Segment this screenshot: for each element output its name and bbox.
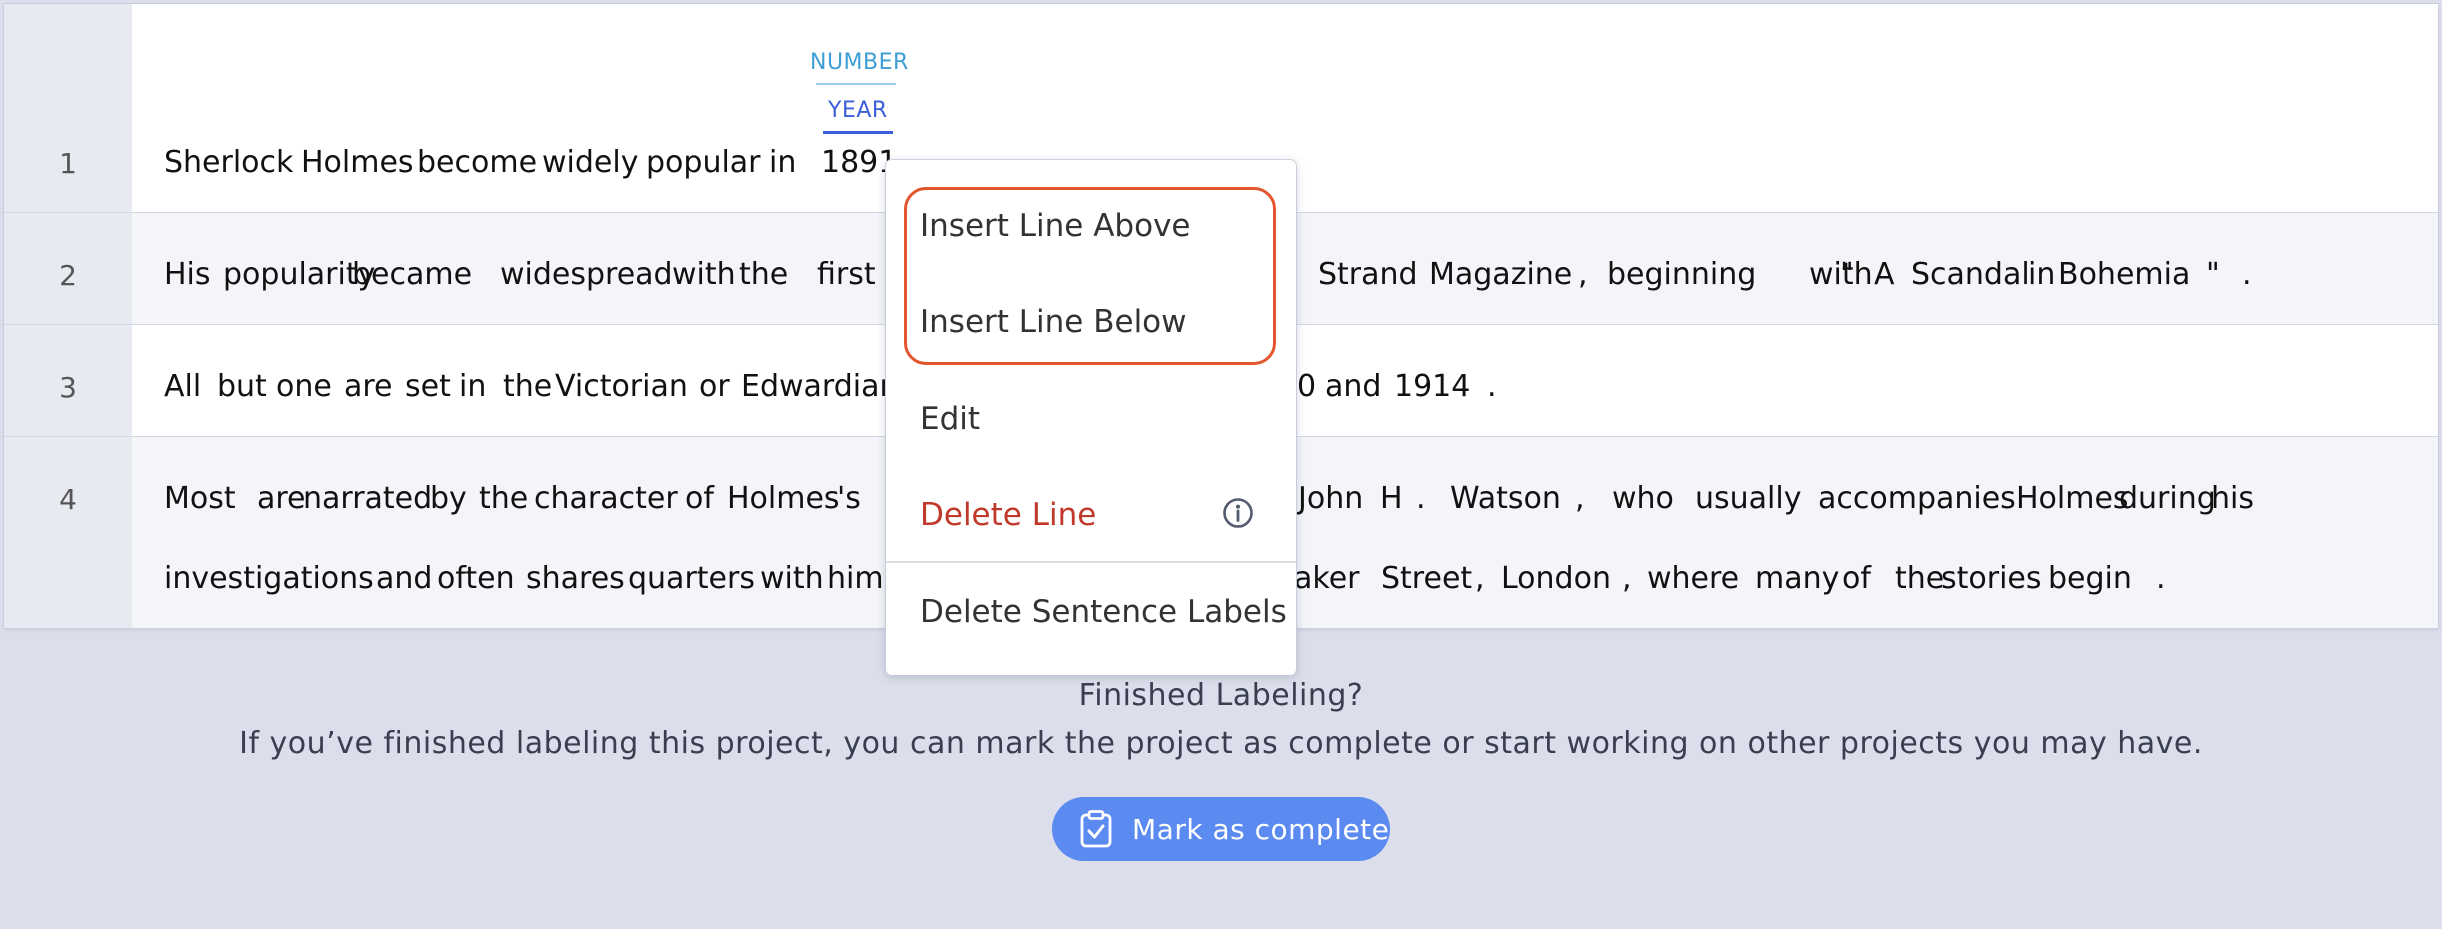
tag-line-year — [823, 131, 893, 134]
footer-title: Finished Labeling? — [1078, 678, 1364, 713]
token[interactable]: widespread — [500, 260, 673, 290]
tag-line-number — [816, 83, 896, 85]
token[interactable]: , — [1578, 260, 1588, 290]
token[interactable]: the — [739, 260, 788, 290]
mark-complete-label: Mark as complete — [1132, 813, 1390, 846]
token[interactable]: and — [376, 564, 432, 594]
token[interactable]: London — [1501, 564, 1611, 594]
token[interactable]: during — [2119, 484, 2216, 514]
token[interactable]: one — [276, 372, 332, 402]
token[interactable]: Bohemia — [2058, 260, 2190, 290]
token[interactable]: first — [817, 260, 876, 290]
token[interactable]: aker — [1294, 564, 1359, 594]
token[interactable]: narrated — [303, 484, 432, 514]
edit-item[interactable]: Edit — [920, 401, 980, 437]
token[interactable]: many — [1755, 564, 1839, 594]
clipboard-check-icon — [1080, 810, 1112, 848]
token[interactable]: Holmes — [2016, 484, 2129, 514]
token[interactable]: of — [685, 484, 714, 514]
token[interactable]: 's — [837, 484, 861, 514]
footer-text: If you’ve finished labeling this project… — [239, 726, 2203, 761]
token[interactable]: Scandal — [1911, 260, 2030, 290]
token[interactable]: the — [479, 484, 528, 514]
menu-divider — [886, 561, 1296, 563]
token[interactable]: Street — [1381, 564, 1472, 594]
token[interactable]: . — [1487, 372, 1497, 402]
token[interactable]: became — [352, 260, 472, 290]
token[interactable]: A — [1874, 260, 1895, 290]
token[interactable]: beginning — [1607, 260, 1756, 290]
token[interactable]: Holmes — [301, 148, 414, 178]
insert-line-below-item[interactable]: Insert Line Below — [920, 304, 1187, 340]
token[interactable]: and — [1325, 372, 1381, 402]
mark-complete-button[interactable]: Mark as complete — [1052, 797, 1390, 861]
token[interactable]: stories — [1941, 564, 2042, 594]
token[interactable]: him — [827, 564, 884, 594]
token[interactable]: Victorian — [555, 372, 688, 402]
token[interactable]: quarters — [628, 564, 755, 594]
token[interactable]: the — [1895, 564, 1944, 594]
token[interactable]: shares — [526, 564, 625, 594]
token[interactable]: by — [430, 484, 467, 514]
token[interactable]: Magazine — [1429, 260, 1572, 290]
token[interactable]: " — [1840, 260, 1854, 290]
token[interactable]: Edwardian — [741, 372, 899, 402]
token[interactable]: All — [164, 372, 201, 402]
token[interactable]: who — [1612, 484, 1674, 514]
token[interactable]: Watson — [1450, 484, 1561, 514]
token[interactable]: . — [1416, 484, 1426, 514]
token[interactable]: often — [437, 564, 515, 594]
token[interactable]: set — [405, 372, 451, 402]
token[interactable]: with — [672, 260, 736, 290]
context-menu: Insert Line Above Insert Line Below Edit… — [886, 160, 1296, 675]
token[interactable]: in — [769, 148, 796, 178]
token[interactable]: or — [699, 372, 730, 402]
token[interactable]: H — [1380, 484, 1403, 514]
token[interactable]: of — [1842, 564, 1871, 594]
token[interactable]: His — [164, 260, 211, 290]
token[interactable]: 0 — [1297, 372, 1316, 402]
token[interactable]: widely — [542, 148, 638, 178]
token[interactable]: his — [2211, 484, 2254, 514]
token[interactable]: the — [503, 372, 552, 402]
token[interactable]: in — [459, 372, 486, 402]
token[interactable]: but — [217, 372, 267, 402]
row-gutter — [4, 4, 132, 212]
token[interactable]: , — [1622, 564, 1632, 594]
token[interactable]: . — [2242, 260, 2252, 290]
token[interactable]: begin — [2048, 564, 2132, 594]
delete-sentence-labels-item[interactable]: Delete Sentence Labels — [920, 594, 1287, 630]
token[interactable]: in — [2028, 260, 2055, 290]
row-number: 2 — [59, 259, 77, 292]
token[interactable]: Sherlock — [164, 148, 293, 178]
row-number: 3 — [59, 371, 77, 404]
token[interactable]: popular — [646, 148, 761, 178]
row-gutter — [4, 437, 132, 628]
token[interactable]: are — [257, 484, 306, 514]
token[interactable]: , — [1575, 484, 1585, 514]
delete-line-item[interactable]: Delete Line — [920, 497, 1096, 533]
token[interactable]: usually — [1695, 484, 1801, 514]
token[interactable]: Strand — [1318, 260, 1418, 290]
entity-tag-number[interactable]: NUMBER — [810, 50, 909, 75]
token[interactable]: become — [417, 148, 537, 178]
token[interactable]: John — [1298, 484, 1363, 514]
token[interactable]: character — [534, 484, 678, 514]
token[interactable]: investigations — [164, 564, 374, 594]
row-number: 4 — [59, 483, 77, 516]
info-icon[interactable] — [1222, 497, 1254, 529]
token[interactable]: Holmes — [727, 484, 840, 514]
insert-line-above-item[interactable]: Insert Line Above — [920, 208, 1191, 244]
row-number: 1 — [59, 147, 77, 180]
token[interactable]: 1914 — [1394, 372, 1470, 402]
token[interactable]: with — [760, 564, 824, 594]
token[interactable]: " — [2206, 260, 2220, 290]
token[interactable]: , — [1475, 564, 1485, 594]
token[interactable]: where — [1647, 564, 1739, 594]
token[interactable]: are — [344, 372, 393, 402]
token[interactable]: accompanies — [1818, 484, 2016, 514]
token[interactable]: . — [2156, 564, 2166, 594]
entity-tag-year[interactable]: YEAR — [828, 98, 888, 123]
token[interactable]: Most — [164, 484, 236, 514]
